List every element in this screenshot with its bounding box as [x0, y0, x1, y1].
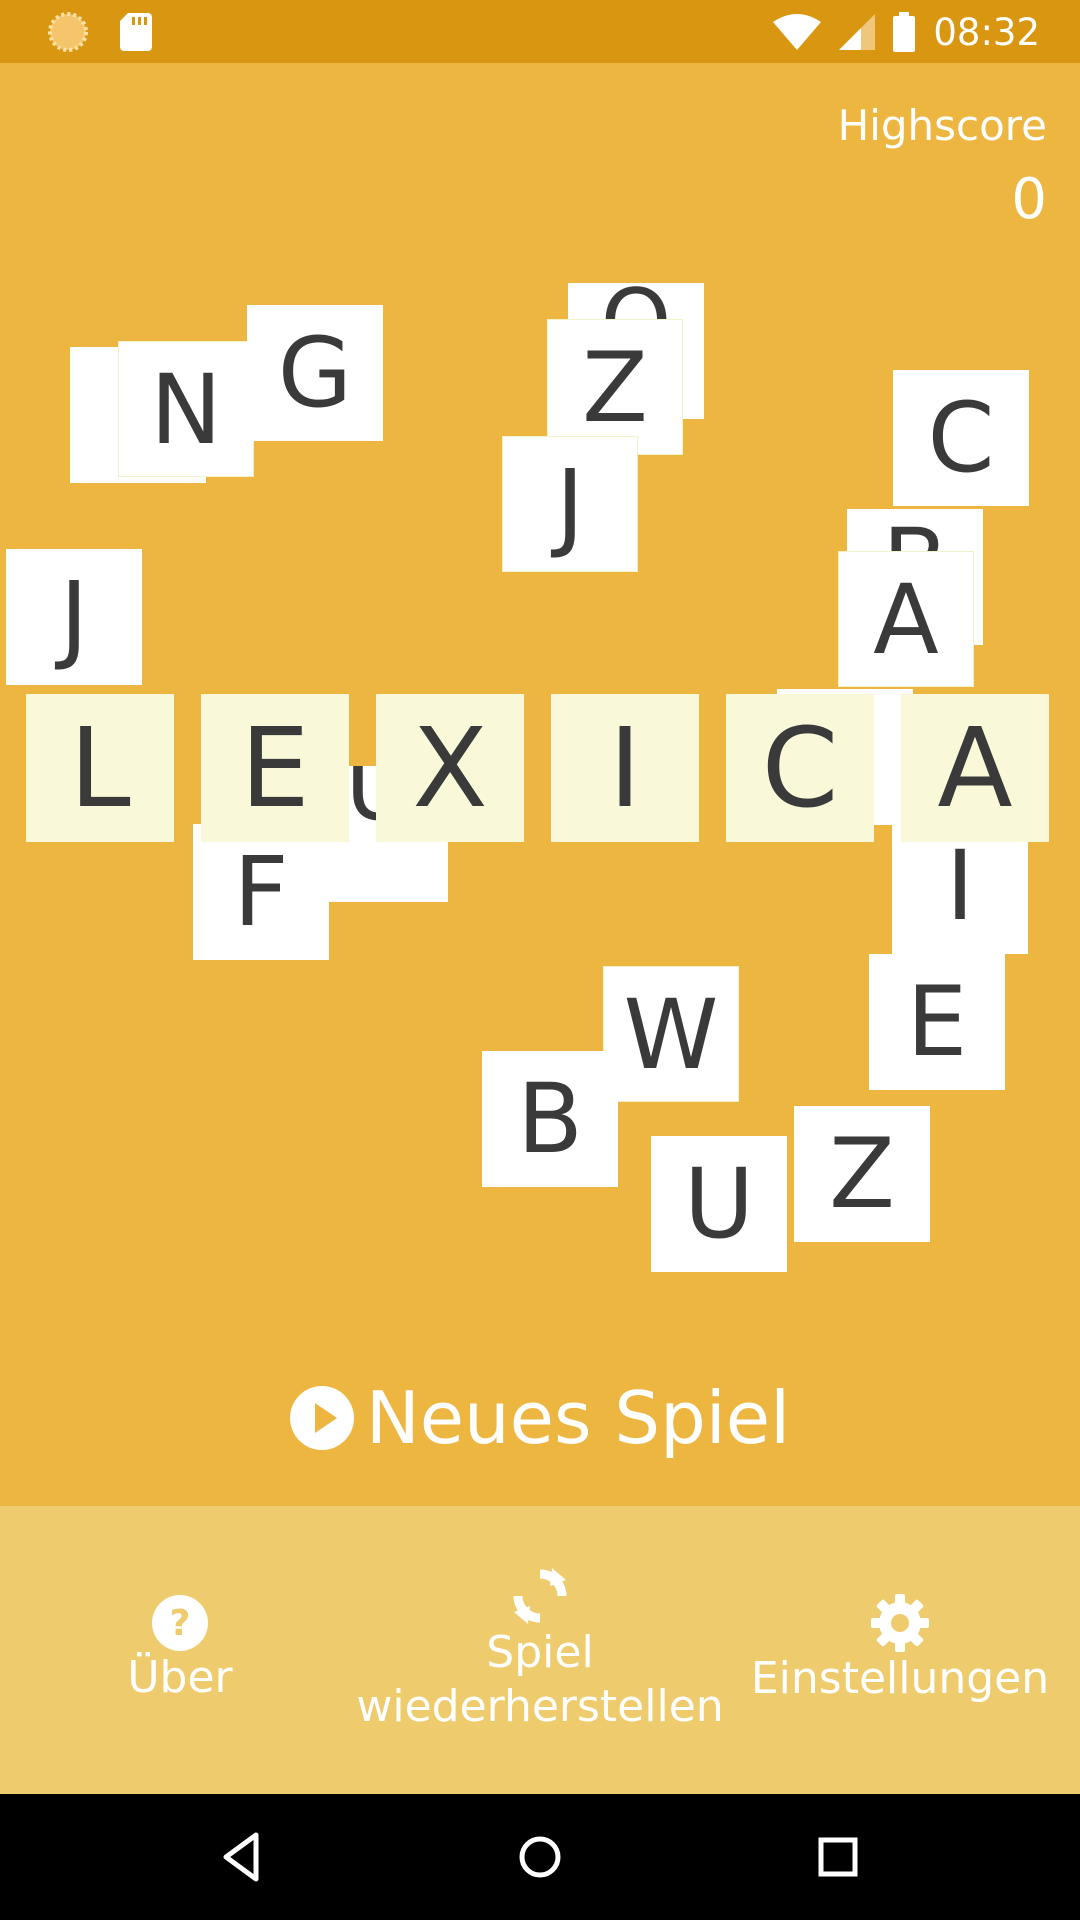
letter-tile[interactable]: E: [869, 954, 1005, 1090]
home-icon[interactable]: [510, 1827, 570, 1887]
title-tile: C: [726, 694, 874, 842]
battery-icon: [893, 12, 916, 52]
letter-tile[interactable]: W: [603, 966, 739, 1102]
gear-icon: [871, 1594, 929, 1652]
status-bar: 08:32: [0, 0, 1080, 63]
letter-tile[interactable]: C: [893, 370, 1029, 506]
system-navigation-bar: [0, 1794, 1080, 1920]
restore-game-button[interactable]: Spiel wiederherstellen: [356, 1506, 724, 1794]
letter-tile[interactable]: Z: [794, 1106, 930, 1242]
sync-spinner-icon: [48, 12, 88, 52]
settings-button[interactable]: Einstellungen: [740, 1506, 1060, 1794]
new-game-button[interactable]: Neues Spiel: [0, 1363, 1080, 1473]
letter-tile[interactable]: J: [6, 549, 142, 685]
back-icon[interactable]: [212, 1827, 272, 1887]
title-tile: I: [551, 694, 699, 842]
letter-tile[interactable]: U: [651, 1136, 787, 1272]
help-circle-icon: ?: [152, 1595, 208, 1651]
play-circle-icon: [289, 1386, 354, 1450]
letter-tile[interactable]: G: [247, 305, 383, 441]
restore-label-line1: Spiel: [486, 1627, 594, 1678]
letter-tile[interactable]: A: [838, 551, 974, 687]
about-button[interactable]: ? Über: [40, 1506, 320, 1794]
title-tile: L: [26, 694, 174, 842]
title-tile: A: [901, 694, 1049, 842]
title-tile: E: [201, 694, 349, 842]
title-tile: X: [376, 694, 524, 842]
wifi-icon: [773, 14, 822, 50]
cell-signal-icon: [839, 14, 876, 50]
refresh-icon: [513, 1568, 567, 1624]
svg-text:?: ?: [170, 1603, 191, 1644]
about-label: Über: [127, 1652, 233, 1703]
letter-tile[interactable]: N: [118, 341, 254, 477]
highscore-value: 0: [1011, 167, 1047, 232]
letter-tile[interactable]: J: [502, 436, 638, 572]
bottom-action-bar: ? Über Spiel wiederherstellen Einstellun…: [0, 1506, 1080, 1794]
status-time: 08:32: [933, 10, 1040, 54]
restore-label-line2: wiederherstellen: [356, 1681, 724, 1732]
sd-card-icon: [120, 13, 152, 51]
recents-icon[interactable]: [808, 1827, 868, 1887]
letter-tile[interactable]: B: [482, 1051, 618, 1187]
highscore-label: Highscore: [837, 101, 1047, 150]
settings-label: Einstellungen: [750, 1653, 1050, 1704]
letter-tile[interactable]: F: [193, 824, 329, 960]
new-game-label: Neues Spiel: [365, 1376, 791, 1460]
letter-tile[interactable]: Z: [547, 319, 683, 455]
game-area: Highscore 0 N G O Z J C B J A U F I E W …: [0, 63, 1080, 1506]
